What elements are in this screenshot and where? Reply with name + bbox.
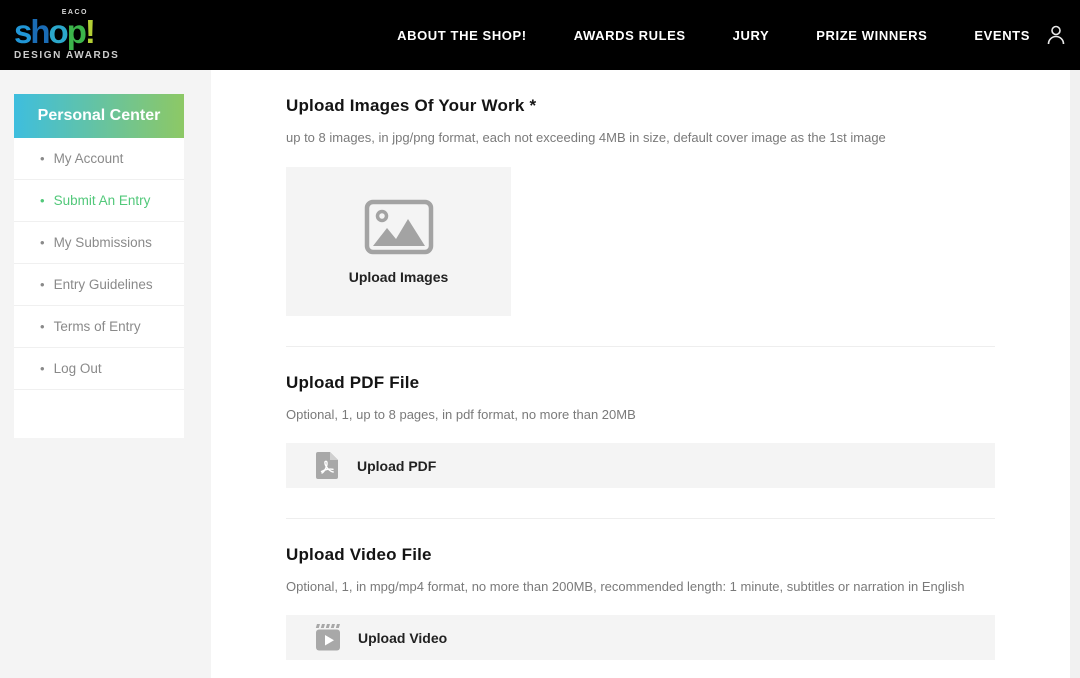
upload-video-button[interactable]: Upload Video	[286, 615, 995, 660]
video-icon	[315, 624, 341, 651]
logo-design-awards-text: DESIGN AWARDS	[14, 51, 110, 61]
upload-video-button-label: Upload Video	[358, 630, 447, 646]
scrollbar-track[interactable]	[1070, 70, 1080, 678]
pdf-icon	[315, 451, 340, 480]
sidebar-item-label: Log Out	[54, 361, 102, 376]
upload-video-heading: Upload Video File	[286, 545, 995, 565]
logo-letter: p	[67, 13, 85, 50]
sidebar-item-my-account[interactable]: • My Account	[14, 138, 184, 180]
sidebar-item-label: Submit An Entry	[54, 193, 151, 208]
upload-video-description: Optional, 1, in mpg/mp4 format, no more …	[286, 579, 995, 594]
sidebar-item-label: Terms of Entry	[54, 319, 141, 334]
upload-images-dropzone[interactable]: Upload Images	[286, 167, 511, 316]
bullet-icon: •	[40, 320, 45, 333]
bullet-icon: •	[40, 152, 45, 165]
upload-pdf-button[interactable]: Upload PDF	[286, 443, 995, 488]
upload-images-heading: Upload Images Of Your Work *	[286, 96, 995, 116]
sidebar-item-label: Entry Guidelines	[54, 277, 153, 292]
upload-images-section: Upload Images Of Your Work * up to 8 ima…	[286, 96, 995, 316]
main-nav: ABOUT THE SHOP! AWARDS RULES JURY PRIZE …	[397, 28, 1030, 43]
nav-about-the-shop[interactable]: ABOUT THE SHOP!	[397, 28, 527, 43]
sidebar-item-terms-of-entry[interactable]: • Terms of Entry	[14, 306, 184, 348]
upload-images-button-label: Upload Images	[349, 269, 449, 285]
logo-shop-wordmark: shop!	[14, 16, 110, 47]
sidebar-item-label: My Submissions	[54, 235, 152, 250]
sidebar-item-entry-guidelines[interactable]: • Entry Guidelines	[14, 264, 184, 306]
upload-pdf-heading: Upload PDF File	[286, 373, 995, 393]
bullet-icon: •	[40, 362, 45, 375]
shop-design-awards-logo[interactable]: EACO shop! DESIGN AWARDS	[14, 9, 110, 60]
logo-letter: o	[49, 13, 67, 50]
nav-awards-rules[interactable]: AWARDS RULES	[574, 28, 686, 43]
sidebar-item-my-submissions[interactable]: • My Submissions	[14, 222, 184, 264]
sidebar-item-submit-an-entry[interactable]: • Submit An Entry	[14, 180, 184, 222]
bullet-icon: •	[40, 194, 45, 207]
upload-pdf-description: Optional, 1, up to 8 pages, in pdf forma…	[286, 407, 995, 422]
upload-images-description: up to 8 images, in jpg/png format, each …	[286, 130, 995, 145]
logo-letter: h	[30, 13, 48, 50]
section-divider	[286, 346, 995, 347]
upload-pdf-section: Upload PDF File Optional, 1, up to 8 pag…	[286, 373, 995, 488]
sidebar-item-label: My Account	[54, 151, 124, 166]
sidebar-title: Personal Center	[14, 94, 184, 138]
sidebar-item-log-out[interactable]: • Log Out	[14, 348, 184, 390]
nav-jury[interactable]: JURY	[733, 28, 770, 43]
top-navbar: EACO shop! DESIGN AWARDS ABOUT THE SHOP!…	[0, 0, 1080, 70]
personal-center-sidebar: Personal Center • My Account • Submit An…	[14, 94, 184, 438]
nav-prize-winners[interactable]: PRIZE WINNERS	[816, 28, 927, 43]
sidebar-spacer	[14, 390, 184, 438]
user-icon	[1044, 23, 1068, 47]
user-account-button[interactable]	[1044, 23, 1068, 47]
logo-letter: !	[85, 13, 94, 50]
bullet-icon: •	[40, 236, 45, 249]
section-divider	[286, 518, 995, 519]
upload-video-section: Upload Video File Optional, 1, in mpg/mp…	[286, 545, 995, 660]
nav-events[interactable]: EVENTS	[974, 28, 1030, 43]
image-icon	[364, 199, 434, 255]
bullet-icon: •	[40, 278, 45, 291]
upload-pdf-button-label: Upload PDF	[357, 458, 436, 474]
main-content: Upload Images Of Your Work * up to 8 ima…	[211, 70, 1070, 678]
logo-letter: s	[14, 13, 30, 50]
